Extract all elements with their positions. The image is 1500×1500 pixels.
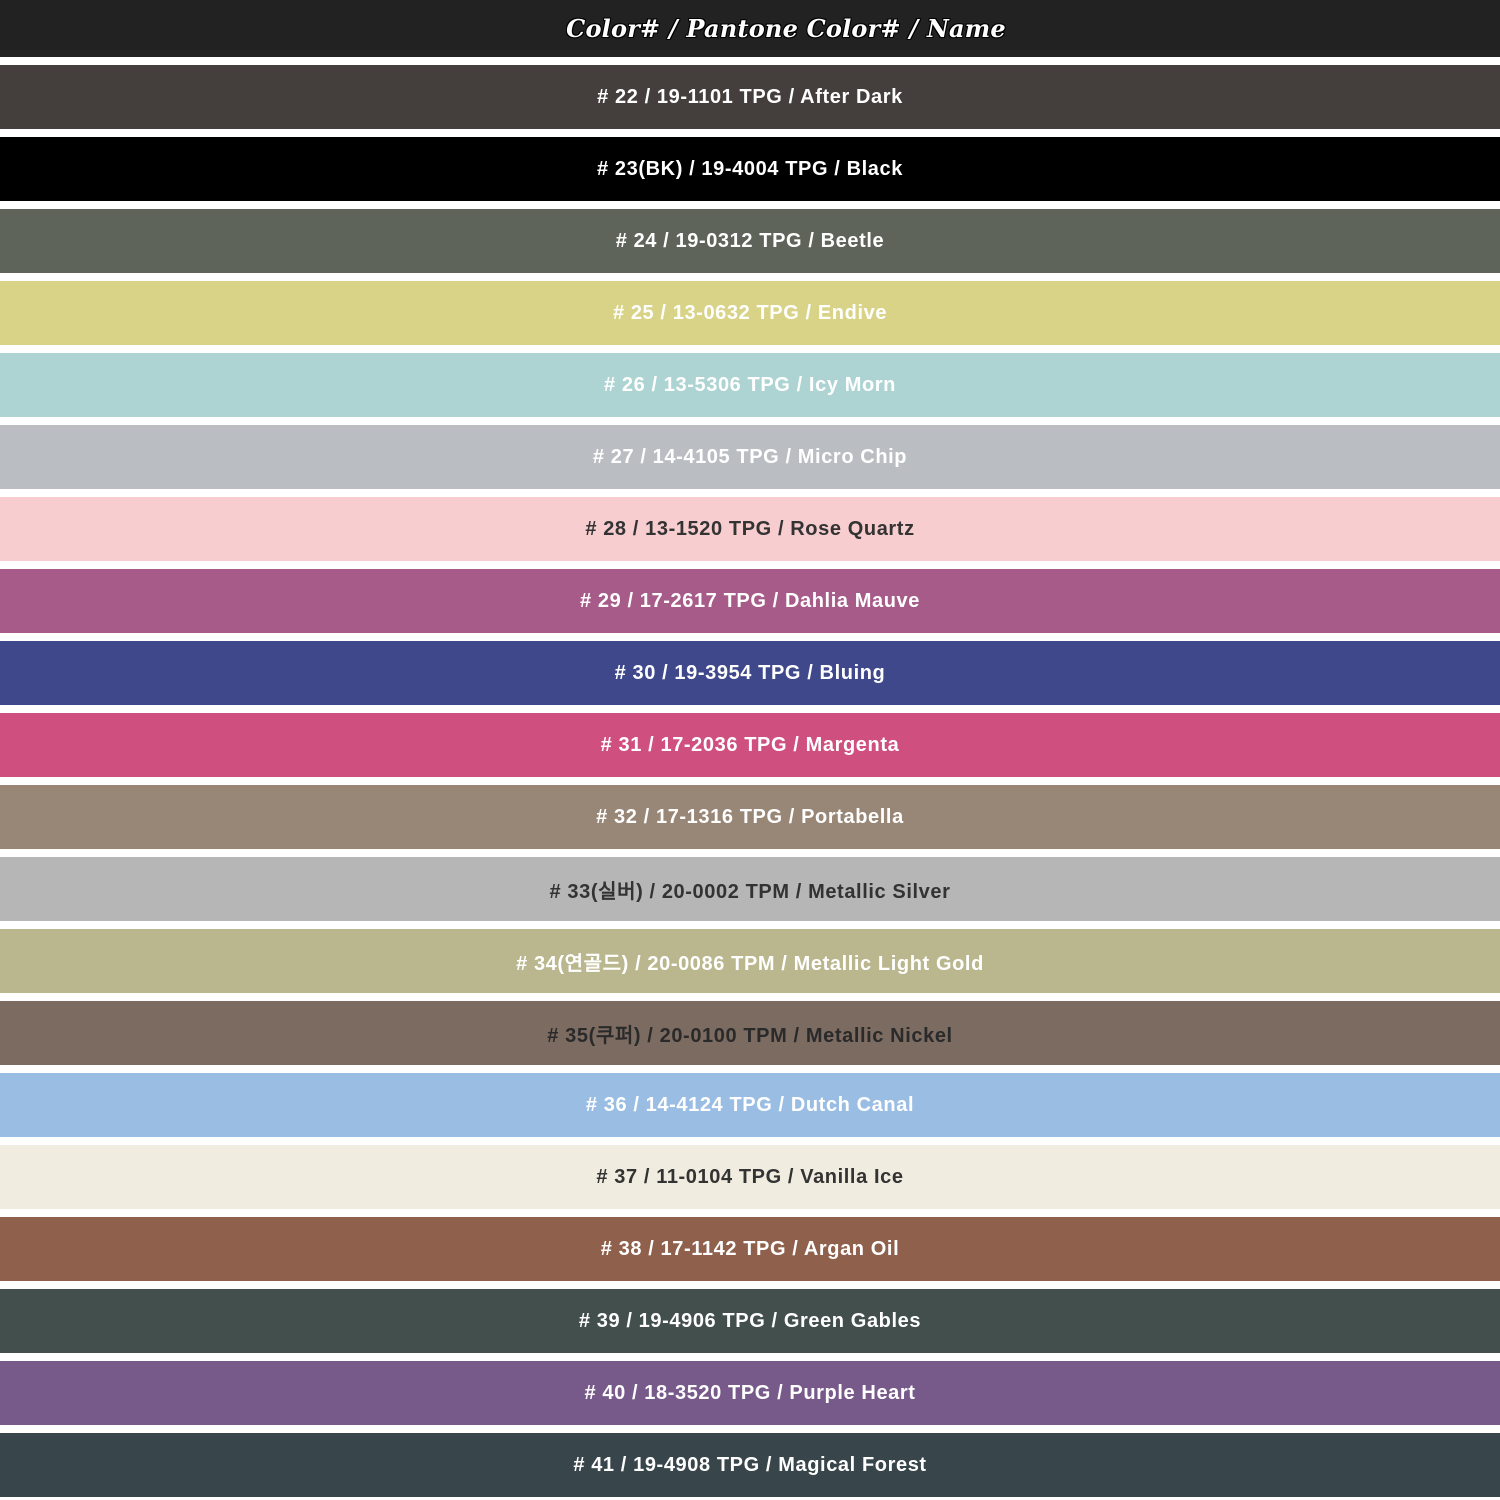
color-swatch-row: # 35(쿠퍼) / 20-0100 TPM / Metallic Nickel <box>0 1001 1500 1065</box>
color-swatch-label: # 27 / 14-4105 TPG / Micro Chip <box>592 445 908 468</box>
color-swatch-label: # 38 / 17-1142 TPG / Argan Oil <box>600 1237 900 1260</box>
color-swatch-label: # 30 / 19-3954 TPG / Bluing <box>614 661 886 684</box>
color-swatch-label: # 35(쿠퍼) / 20-0100 TPM / Metallic Nickel <box>547 1024 953 1047</box>
color-swatch-row: # 34(연골드) / 20-0086 TPM / Metallic Light… <box>0 929 1500 993</box>
color-swatch-row: # 41 / 19-4908 TPG / Magical Forest <box>0 1433 1500 1497</box>
color-swatch-row: # 24 / 19-0312 TPG / Beetle <box>0 209 1500 273</box>
color-swatch-label: # 39 / 19-4906 TPG / Green Gables <box>578 1309 922 1332</box>
swatch-list: # 22 / 19-1101 TPG / After Dark # 23(BK) … <box>0 0 1500 1500</box>
color-swatch-row: # 23(BK) / 19-4004 TPG / Black <box>0 137 1500 201</box>
color-swatch-label: # 31 / 17-2036 TPG / Margenta <box>600 733 900 756</box>
color-swatch-label: # 29 / 17-2617 TPG / Dahlia Mauve <box>580 589 920 612</box>
color-swatch-row: # 39 / 19-4906 TPG / Green Gables <box>0 1289 1500 1353</box>
color-swatch-row: # 27 / 14-4105 TPG / Micro Chip <box>0 425 1500 489</box>
color-swatch-row: # 28 / 13-1520 TPG / Rose Quartz <box>0 497 1500 561</box>
color-swatch-row: # 22 / 19-1101 TPG / After Dark <box>0 65 1500 129</box>
color-swatch-row: # 26 / 13-5306 TPG / Icy Morn <box>0 353 1500 417</box>
color-swatch-row: # 30 / 19-3954 TPG / Bluing <box>0 641 1500 705</box>
color-swatch-label: # 24 / 19-0312 TPG / Beetle <box>615 229 885 252</box>
color-swatch-label: # 41 / 19-4908 TPG / Magical Forest <box>573 1453 927 1476</box>
color-swatch-label: # 28 / 13-1520 TPG / Rose Quartz <box>585 517 915 540</box>
color-swatch-row: # 29 / 17-2617 TPG / Dahlia Mauve <box>0 569 1500 633</box>
color-chart-sheet: Color# / Pantone Color# / Name # 22 / 19… <box>0 0 1500 1500</box>
color-swatch-label: # 26 / 13-5306 TPG / Icy Morn <box>604 373 896 396</box>
color-swatch-label: # 40 / 18-3520 TPG / Purple Heart <box>584 1381 916 1404</box>
color-swatch-row: # 32 / 17-1316 TPG / Portabella <box>0 785 1500 849</box>
color-swatch-row: # 40 / 18-3520 TPG / Purple Heart <box>0 1361 1500 1425</box>
color-swatch-row: # 25 / 13-0632 TPG / Endive <box>0 281 1500 345</box>
color-swatch-row: # 38 / 17-1142 TPG / Argan Oil <box>0 1217 1500 1281</box>
color-swatch-label: # 32 / 17-1316 TPG / Portabella <box>596 805 904 828</box>
color-swatch-label: # 36 / 14-4124 TPG / Dutch Canal <box>585 1093 915 1116</box>
color-swatch-row: # 33(실버) / 20-0002 TPM / Metallic Silver <box>0 857 1500 921</box>
color-swatch-label: # 25 / 13-0632 TPG / Endive <box>612 301 888 324</box>
color-swatch-label: # 37 / 11-0104 TPG / Vanilla Ice <box>596 1165 904 1188</box>
color-swatch-label: # 23(BK) / 19-4004 TPG / Black <box>597 157 903 180</box>
color-swatch-row: # 37 / 11-0104 TPG / Vanilla Ice <box>0 1145 1500 1209</box>
color-swatch-row: # 36 / 14-4124 TPG / Dutch Canal <box>0 1073 1500 1137</box>
color-swatch-row: # 31 / 17-2036 TPG / Margenta <box>0 713 1500 777</box>
color-swatch-label: # 22 / 19-1101 TPG / After Dark <box>597 85 903 108</box>
color-swatch-label: # 34(연골드) / 20-0086 TPM / Metallic Light… <box>516 952 984 975</box>
color-swatch-label: # 33(실버) / 20-0002 TPM / Metallic Silver <box>549 880 951 903</box>
